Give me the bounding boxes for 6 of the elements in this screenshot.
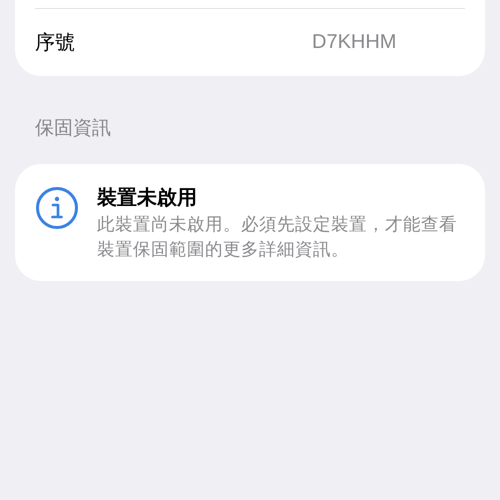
- serial-label: 序號: [35, 29, 75, 56]
- notice-text: 此裝置尚未啟用。必須先設定裝置，才能查看裝置保固範圍的更多詳細資訊。: [97, 214, 457, 262]
- info-icon: [35, 186, 79, 230]
- notice-title: 裝置未啟用: [97, 184, 198, 210]
- section-header: 保固資訊: [34, 116, 112, 141]
- serial-value: D7KHHM: [312, 31, 398, 54]
